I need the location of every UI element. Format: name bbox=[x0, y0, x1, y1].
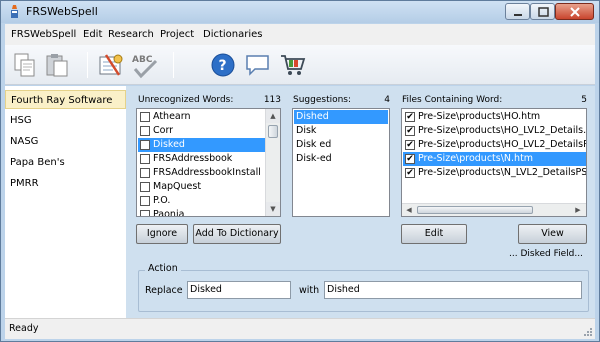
minimize-button[interactable] bbox=[505, 3, 530, 20]
toolbar: ABC ? bbox=[5, 45, 595, 85]
minimize-icon bbox=[514, 14, 522, 16]
checkbox[interactable]: ✔ bbox=[405, 112, 415, 122]
app-window: FRSWebSpell FRSWebSpell Edit Research Pr… bbox=[0, 0, 600, 342]
app-logo-icon bbox=[11, 5, 18, 18]
checkbox[interactable] bbox=[140, 210, 150, 216]
scroll-up-icon[interactable]: ▲ bbox=[266, 109, 280, 123]
edit-button[interactable]: Edit bbox=[401, 224, 467, 244]
suggestions-list: Dished Disk Disk ed Disk-ed bbox=[292, 108, 390, 217]
sidebar-item-papa-bens[interactable]: Papa Ben's bbox=[5, 153, 126, 172]
maximize-button[interactable] bbox=[530, 3, 555, 20]
copy-icon[interactable] bbox=[11, 51, 39, 79]
ignore-button[interactable]: Ignore bbox=[136, 224, 188, 244]
sidebar-item-hsg[interactable]: HSG bbox=[5, 111, 126, 130]
list-item[interactable]: ✔ Pre-Size\products\HO.htm bbox=[403, 110, 586, 124]
checkbox[interactable] bbox=[140, 196, 150, 206]
status-text: Ready bbox=[9, 323, 39, 334]
list-item[interactable]: Disk ed bbox=[294, 138, 388, 152]
unrecognized-words-label: Unrecognized Words: bbox=[138, 95, 234, 105]
paste-icon[interactable] bbox=[43, 51, 71, 79]
field-caption: ... Disked Field... bbox=[509, 249, 583, 259]
files-containing-word-label: Files Containing Word: bbox=[402, 95, 503, 105]
scroll-thumb[interactable] bbox=[417, 206, 533, 214]
toolbar-separator bbox=[173, 52, 174, 78]
menu-research[interactable]: Research bbox=[108, 29, 154, 40]
list-item[interactable]: ✔ Pre-Size\products\HO_LVL2_DetailsPS bbox=[403, 138, 586, 152]
add-to-dictionary-button[interactable]: Add To Dictionary bbox=[193, 224, 281, 244]
files-count: 5 bbox=[581, 95, 587, 105]
status-bar: Ready bbox=[5, 318, 595, 339]
window-title: FRSWebSpell bbox=[26, 5, 98, 18]
list-item[interactable]: ✔ Pre-Size\products\N_LVL2_DetailsPS23 bbox=[403, 166, 586, 180]
checkbox[interactable] bbox=[140, 112, 150, 122]
comment-icon[interactable] bbox=[244, 51, 272, 79]
settings-icon[interactable] bbox=[97, 51, 125, 79]
replace-field[interactable]: Disked bbox=[187, 281, 291, 299]
list-item[interactable]: ✔ Pre-Size\products\N.htm bbox=[403, 152, 586, 166]
sidebar-item-nasg[interactable]: NASG bbox=[5, 132, 126, 151]
checkbox[interactable] bbox=[140, 154, 150, 164]
list-item[interactable]: Disked bbox=[138, 138, 265, 152]
list-item[interactable]: Athearn bbox=[138, 110, 265, 124]
scroll-right-icon[interactable]: ▶ bbox=[571, 204, 585, 216]
list-item[interactable]: Dished bbox=[294, 110, 388, 124]
project-sidebar: Fourth Ray Software HSG NASG Papa Ben's … bbox=[5, 86, 126, 318]
files-horizontal-scrollbar[interactable]: ◀ ▶ bbox=[402, 203, 586, 216]
close-icon bbox=[570, 7, 580, 17]
sidebar-item-pmrr[interactable]: PMRR bbox=[5, 174, 126, 193]
cart-icon[interactable] bbox=[279, 51, 307, 79]
suggestions-count: 4 bbox=[384, 95, 390, 105]
list-item[interactable]: FRSAddressbookInstall bbox=[138, 166, 265, 180]
with-label: with bbox=[299, 285, 320, 296]
svg-text:?: ? bbox=[219, 58, 227, 74]
list-item[interactable]: ✔ Pre-Size\products\HO_LVL2_Details.htm bbox=[403, 124, 586, 138]
unrecognized-words-list: Athearn Corr Disked FRSAddressbook FRSAd… bbox=[136, 108, 281, 217]
toolbar-separator bbox=[87, 52, 88, 78]
maximize-icon bbox=[538, 7, 549, 17]
list-item[interactable]: Paonia bbox=[138, 208, 265, 216]
scroll-left-icon[interactable]: ◀ bbox=[402, 204, 416, 216]
resize-grip-icon[interactable] bbox=[583, 327, 593, 337]
unrecognized-scrollbar[interactable]: ▲ ▼ bbox=[265, 109, 280, 216]
checkbox[interactable] bbox=[140, 182, 150, 192]
svg-text:ABC: ABC bbox=[132, 55, 153, 65]
checkbox[interactable] bbox=[140, 168, 150, 178]
list-item[interactable]: Disk-ed bbox=[294, 152, 388, 166]
checkbox[interactable]: ✔ bbox=[405, 168, 415, 178]
menu-edit[interactable]: Edit bbox=[83, 29, 102, 40]
list-item[interactable]: Disk bbox=[294, 124, 388, 138]
checkbox[interactable]: ✔ bbox=[405, 126, 415, 136]
scroll-thumb[interactable] bbox=[268, 125, 278, 138]
files-list: ✔ Pre-Size\products\HO.htm ✔ Pre-Size\prod… bbox=[401, 108, 587, 217]
with-field[interactable]: Dished bbox=[324, 281, 582, 299]
replace-label: Replace bbox=[145, 285, 183, 296]
checkbox[interactable]: ✔ bbox=[405, 140, 415, 150]
close-button[interactable] bbox=[555, 3, 594, 20]
menu-dictionaries[interactable]: Dictionaries bbox=[203, 29, 263, 40]
sidebar-item-fourth-ray-software[interactable]: Fourth Ray Software bbox=[5, 90, 126, 109]
menu-frswebspell[interactable]: FRSWebSpell bbox=[11, 29, 76, 40]
list-item[interactable]: MapQuest bbox=[138, 180, 265, 194]
menu-project[interactable]: Project bbox=[160, 29, 194, 40]
view-button[interactable]: View bbox=[518, 224, 587, 244]
list-item[interactable]: FRSAddressbook bbox=[138, 152, 265, 166]
list-item[interactable]: Corr bbox=[138, 124, 265, 138]
spell-check-icon[interactable]: ABC bbox=[131, 51, 159, 79]
scroll-down-icon[interactable]: ▼ bbox=[266, 202, 280, 216]
suggestions-label: Suggestions: bbox=[293, 95, 352, 105]
menu-bar: FRSWebSpell Edit Research Project Dictio… bbox=[5, 24, 595, 45]
help-icon[interactable]: ? bbox=[209, 51, 237, 79]
unrecognized-count: 113 bbox=[263, 95, 281, 105]
title-bar[interactable]: FRSWebSpell bbox=[1, 1, 599, 23]
checkbox[interactable] bbox=[140, 126, 150, 136]
checkbox[interactable]: ✔ bbox=[405, 154, 415, 164]
action-legend: Action bbox=[145, 263, 181, 274]
list-item[interactable]: P.O. bbox=[138, 194, 265, 208]
checkbox[interactable] bbox=[140, 140, 150, 150]
